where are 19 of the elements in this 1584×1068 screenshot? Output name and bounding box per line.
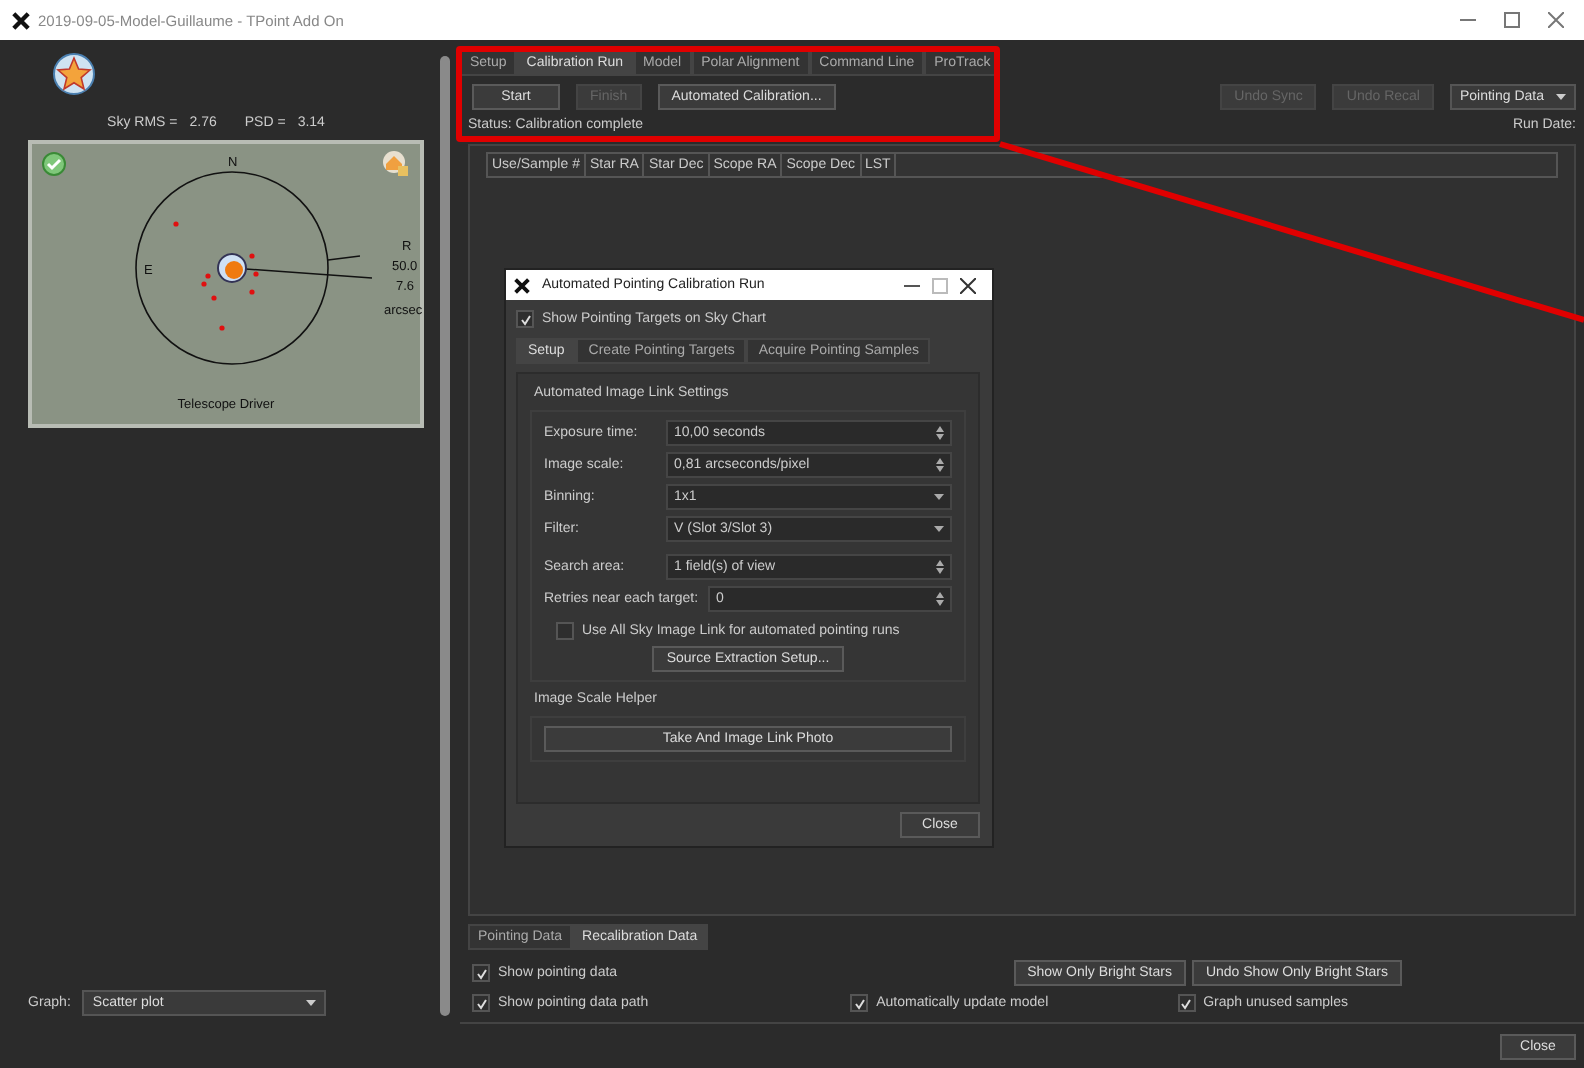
maximize-icon[interactable] [1504, 12, 1520, 28]
caret-icon [934, 494, 944, 500]
checkbox-box[interactable] [472, 994, 490, 1012]
caret-icon [934, 526, 944, 532]
caret-icon [1556, 94, 1566, 100]
checkbox-box[interactable] [1177, 994, 1196, 1012]
checkbox-box[interactable] [472, 964, 490, 982]
spinner-arrows-icon[interactable] [936, 560, 944, 574]
caret-icon [306, 1000, 317, 1006]
star-badge-icon [52, 52, 96, 96]
check-circle-icon [42, 152, 66, 176]
close-icon[interactable] [960, 277, 976, 293]
spinner-arrows-icon[interactable] [936, 458, 944, 472]
checkbox-box[interactable] [556, 622, 574, 640]
splitter-handle[interactable] [439, 56, 449, 1016]
spinner-arrows-icon[interactable] [936, 592, 944, 606]
checkbox-box[interactable] [516, 310, 534, 328]
checkbox-box[interactable] [850, 994, 869, 1012]
spinner-arrows-icon[interactable] [936, 426, 944, 440]
